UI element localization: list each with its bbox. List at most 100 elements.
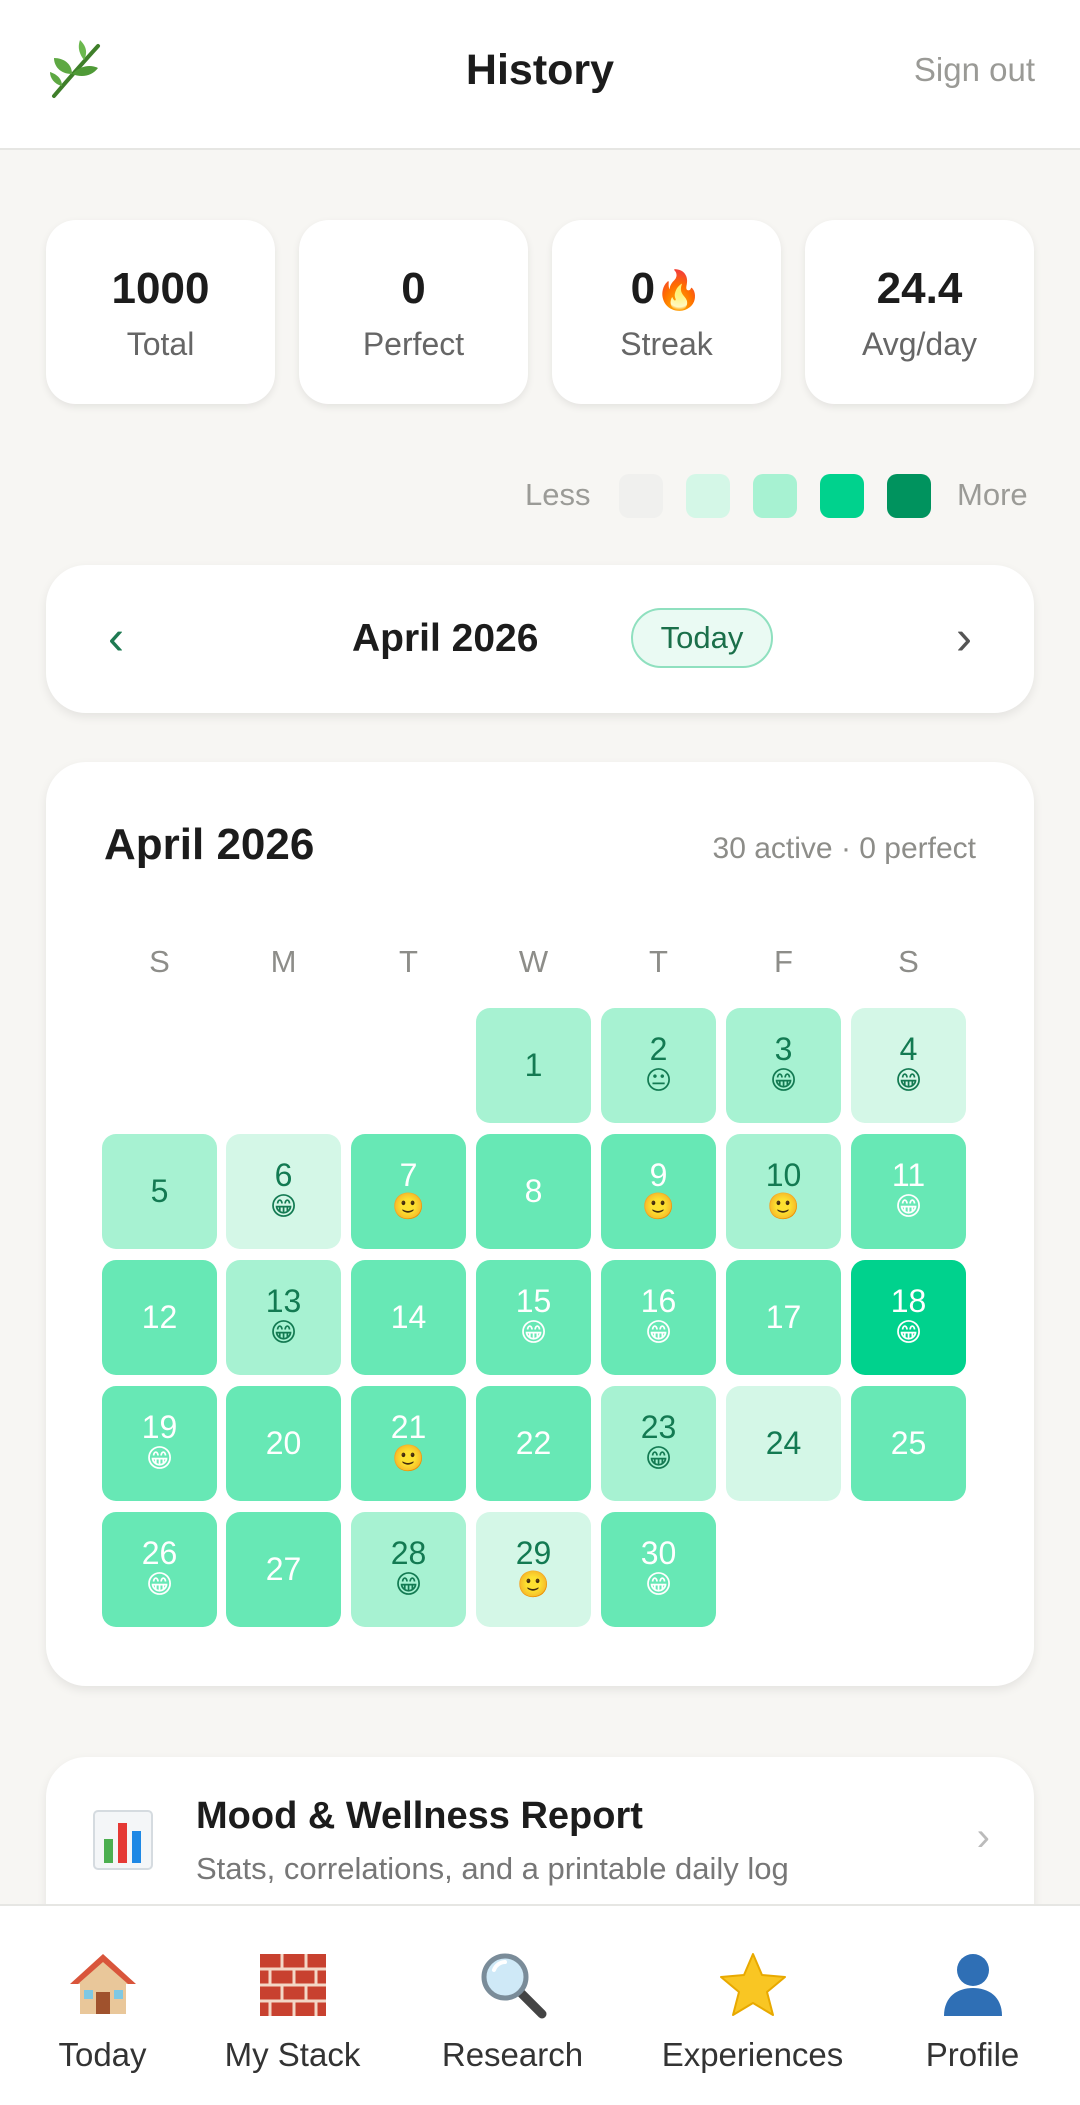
nav-research[interactable]: Research: [430, 1906, 595, 2105]
calendar-day-3[interactable]: 3 😁: [726, 1008, 841, 1123]
calendar-day-4[interactable]: 4 😁: [851, 1008, 966, 1123]
calendar-day-8[interactable]: 8: [476, 1134, 591, 1249]
weekday-label: T: [399, 944, 418, 979]
mood-emoji-icon: 😐: [644, 1065, 673, 1095]
header-bar: History Sign out: [0, 0, 1080, 150]
calendar-day-13[interactable]: 13 😁: [226, 1260, 341, 1375]
calendar-day-24[interactable]: 24: [726, 1386, 841, 1501]
bottom-nav: Today My Stack Research Experiences Prof…: [0, 1904, 1080, 2105]
stat-streak-card: 0🔥 Streak: [552, 220, 781, 404]
today-button[interactable]: Today: [631, 608, 773, 668]
legend-swatch-1: [686, 474, 730, 518]
stat-value: 0: [630, 264, 656, 313]
mood-emoji-icon: 😁: [145, 1569, 174, 1599]
day-number: 19: [141, 1409, 178, 1445]
weekday-label: T: [649, 944, 668, 979]
mood-emoji-icon: 😁: [769, 1065, 798, 1095]
calendar-day-30[interactable]: 30 😁: [601, 1512, 716, 1627]
mood-emoji-icon: 🙂: [517, 1569, 550, 1599]
star-icon: [719, 1953, 786, 2016]
calendar-day-15[interactable]: 15 😁: [476, 1260, 591, 1375]
day-number: 7: [399, 1157, 418, 1193]
mood-emoji-icon: 😁: [644, 1569, 673, 1599]
calendar-day-25[interactable]: 25: [851, 1386, 966, 1501]
calendar-day-6[interactable]: 6 😁: [226, 1134, 341, 1249]
nav-my-stack[interactable]: My Stack: [205, 1906, 380, 2105]
day-number: 16: [640, 1283, 677, 1319]
calendar-title: April 2026: [104, 820, 315, 869]
stat-label: Perfect: [362, 326, 465, 362]
day-number: 27: [265, 1551, 302, 1587]
calendar-day-14[interactable]: 14: [351, 1260, 466, 1375]
prev-month-button[interactable]: ‹: [108, 565, 124, 713]
calendar-day-9[interactable]: 9 🙂: [601, 1134, 716, 1249]
next-month-button[interactable]: ›: [956, 565, 972, 713]
calendar-day-22[interactable]: 22: [476, 1386, 591, 1501]
chevron-right-icon: ›: [976, 1815, 990, 1859]
magnifier-icon: [481, 1953, 546, 2019]
stat-value: 0: [401, 264, 426, 313]
mood-emoji-icon: 😁: [644, 1443, 673, 1473]
day-number: 23: [640, 1409, 677, 1445]
calendar-day-21[interactable]: 21 🙂: [351, 1386, 466, 1501]
day-number: 24: [765, 1425, 802, 1461]
person-icon: [943, 1954, 1002, 2016]
calendar-day-17[interactable]: 17: [726, 1260, 841, 1375]
mood-emoji-icon: 🙂: [642, 1191, 675, 1221]
mood-emoji-icon: 😁: [519, 1317, 548, 1347]
sign-out-link[interactable]: Sign out: [914, 0, 1035, 140]
weekday-label: W: [518, 944, 549, 979]
month-navigator: ‹ April 2026 Today ›: [46, 565, 1034, 713]
weekday-label: M: [270, 944, 297, 979]
calendar-day-20[interactable]: 20: [226, 1386, 341, 1501]
nav-label: My Stack: [224, 2036, 361, 2073]
mood-emoji-icon: 😁: [644, 1317, 673, 1347]
day-number: 6: [274, 1157, 293, 1193]
nav-experiences[interactable]: Experiences: [650, 1906, 855, 2105]
day-number: 1: [524, 1047, 543, 1083]
mood-emoji-icon: 😁: [269, 1191, 298, 1221]
day-number: 8: [524, 1173, 543, 1209]
mood-emoji-icon: 😁: [394, 1569, 423, 1599]
legend-swatch-0: [619, 474, 663, 518]
mood-emoji-icon: 😁: [894, 1191, 923, 1221]
report-subtitle: Stats, correlations, and a printable dai…: [196, 1851, 789, 1886]
calendar-day-18[interactable]: 18 😁: [851, 1260, 966, 1375]
calendar-day-19[interactable]: 19 😁: [102, 1386, 217, 1501]
day-number: 20: [265, 1425, 302, 1461]
stat-value: 1000: [111, 264, 210, 313]
calendar-day-5[interactable]: 5: [102, 1134, 217, 1249]
calendar-day-16[interactable]: 16 😁: [601, 1260, 716, 1375]
mood-emoji-icon: 🙂: [392, 1443, 425, 1473]
calendar-summary: 30 active · 0 perfect: [712, 832, 976, 865]
calendar-day-2[interactable]: 2 😐: [601, 1008, 716, 1123]
day-number: 18: [890, 1283, 927, 1319]
report-title: Mood & Wellness Report: [196, 1795, 643, 1837]
day-number: 2: [649, 1031, 668, 1067]
day-number: 9: [649, 1157, 668, 1193]
mood-emoji-icon: 😁: [894, 1317, 923, 1347]
stat-value: 24.4: [876, 264, 963, 313]
day-number: 12: [141, 1299, 178, 1335]
day-number: 25: [890, 1425, 927, 1461]
calendar-day-28[interactable]: 28 😁: [351, 1512, 466, 1627]
calendar-day-23[interactable]: 23 😁: [601, 1386, 716, 1501]
calendar-day-11[interactable]: 11 😁: [851, 1134, 966, 1249]
day-number: 28: [390, 1535, 427, 1571]
mood-emoji-icon: 😁: [269, 1317, 298, 1347]
bricks-icon: [259, 1954, 326, 2016]
calendar-day-27[interactable]: 27: [226, 1512, 341, 1627]
nav-today[interactable]: Today: [30, 1906, 175, 2105]
calendar-day-26[interactable]: 26 😁: [102, 1512, 217, 1627]
day-number: 21: [390, 1409, 427, 1445]
nav-profile[interactable]: Profile: [900, 1906, 1045, 2105]
calendar-day-10[interactable]: 10 🙂: [726, 1134, 841, 1249]
calendar-day-12[interactable]: 12: [102, 1260, 217, 1375]
house-icon: [69, 1954, 136, 2014]
day-number: 22: [515, 1425, 552, 1461]
calendar-day-29[interactable]: 29 🙂: [476, 1512, 591, 1627]
mood-emoji-icon: 🙂: [392, 1191, 425, 1221]
calendar-day-1[interactable]: 1: [476, 1008, 591, 1123]
day-number: 3: [774, 1031, 793, 1067]
calendar-day-7[interactable]: 7 🙂: [351, 1134, 466, 1249]
